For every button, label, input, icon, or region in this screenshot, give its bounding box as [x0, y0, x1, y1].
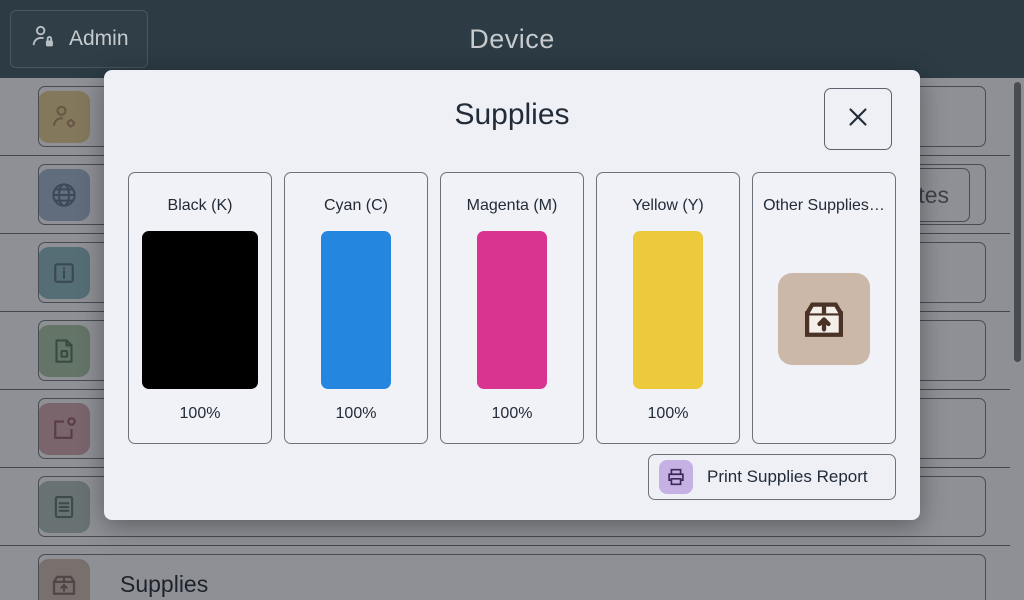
close-icon: [843, 102, 873, 137]
other-supplies-card[interactable]: Other Supplies…: [752, 172, 896, 444]
supply-level-gauge: [441, 215, 583, 405]
supply-level-label: 100%: [335, 405, 377, 422]
user-lock-icon: [29, 23, 57, 56]
printer-icon: [659, 460, 693, 494]
supply-card-magenta[interactable]: Magenta (M) 100%: [440, 172, 584, 444]
supply-level-gauge: [285, 215, 427, 405]
supply-level-gauge: [597, 215, 739, 405]
other-supplies-label: Other Supplies…: [763, 197, 885, 214]
supply-level-bar: [321, 231, 391, 389]
supply-name: Black (K): [167, 197, 233, 214]
device-screen: tates: [0, 0, 1024, 600]
supply-level-bar: [633, 231, 703, 389]
top-bar: Admin Device: [0, 0, 1024, 78]
page-title: Device: [469, 23, 555, 54]
supply-name: Yellow (Y): [632, 197, 704, 214]
supply-level-label: 100%: [179, 405, 221, 422]
supply-card-black[interactable]: Black (K) 100%: [128, 172, 272, 444]
admin-label: Admin: [69, 27, 129, 50]
supplies-dialog: Supplies Black (K) 100% Cyan (C) 100% Ma…: [104, 70, 920, 520]
other-supplies-icon-area: [753, 215, 895, 423]
print-report-label: Print Supplies Report: [707, 467, 868, 486]
supply-name: Magenta (M): [466, 197, 558, 214]
supplies-cards: Black (K) 100% Cyan (C) 100% Magenta (M)…: [128, 172, 896, 444]
supply-level-gauge: [129, 215, 271, 405]
supply-name: Cyan (C): [323, 197, 388, 214]
supply-card-cyan[interactable]: Cyan (C) 100%: [284, 172, 428, 444]
dialog-title: Supplies: [454, 98, 570, 131]
supply-level-bar: [142, 231, 258, 389]
admin-button[interactable]: Admin: [10, 10, 148, 68]
supply-card-yellow[interactable]: Yellow (Y) 100%: [596, 172, 740, 444]
supply-level-label: 100%: [491, 405, 533, 422]
print-supplies-report-button[interactable]: Print Supplies Report: [648, 454, 896, 500]
supply-level-label: 100%: [647, 405, 689, 422]
package-upload-icon: [778, 273, 870, 365]
supply-level-bar: [477, 231, 547, 389]
close-button[interactable]: [824, 88, 892, 150]
row-supplies-label: Supplies: [120, 571, 209, 597]
